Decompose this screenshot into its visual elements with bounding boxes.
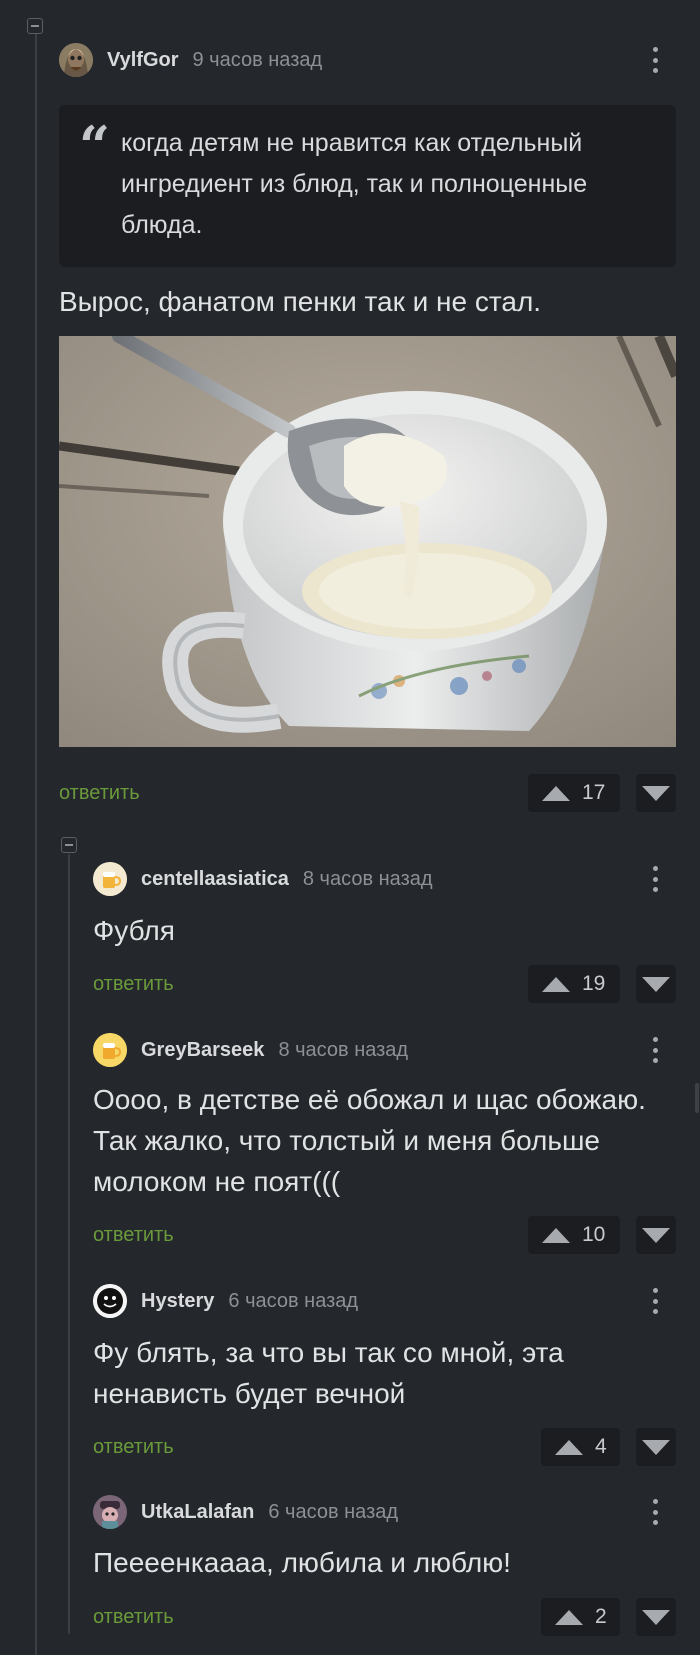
downvote-icon bbox=[642, 1439, 670, 1455]
comment-header: Hystery 6 часов назад bbox=[93, 1284, 358, 1318]
upvote-button[interactable]: 17 bbox=[528, 774, 620, 812]
collapse-replies-button[interactable] bbox=[61, 837, 77, 853]
comment-time: 8 часов назад bbox=[302, 867, 433, 890]
comment-time: 8 часов назад bbox=[278, 1038, 409, 1061]
scrollbar-thumb[interactable] bbox=[695, 1083, 699, 1113]
collapse-thread-button[interactable] bbox=[27, 18, 43, 34]
upvote-icon bbox=[542, 785, 570, 801]
upvote-icon bbox=[542, 976, 570, 992]
upvote-button[interactable]: 4 bbox=[541, 1428, 620, 1466]
vote-count: 2 bbox=[595, 1605, 607, 1628]
comment-author[interactable]: VylfGor bbox=[107, 49, 179, 72]
comment-text: Пеееенкаааа, любила и люблю! bbox=[93, 1547, 511, 1578]
more-options-icon[interactable] bbox=[645, 1497, 665, 1527]
more-options-icon[interactable] bbox=[645, 864, 665, 894]
quote-block: “ когда детям не нравится как отдельный … bbox=[59, 105, 676, 267]
downvote-icon bbox=[642, 1227, 670, 1243]
reply-link[interactable]: ответить bbox=[93, 1436, 174, 1459]
downvote-button[interactable] bbox=[636, 1428, 676, 1466]
upvote-button[interactable]: 2 bbox=[541, 1598, 620, 1636]
user-avatar-icon[interactable] bbox=[59, 43, 93, 77]
comment-text: Оооо, в детстве её обожал и щас обожаю. … bbox=[93, 1084, 646, 1197]
more-options-icon[interactable] bbox=[645, 45, 665, 75]
beer-mug-avatar-icon[interactable] bbox=[93, 862, 127, 896]
vote-count: 19 bbox=[582, 972, 606, 995]
downvote-button[interactable] bbox=[636, 774, 676, 812]
upvote-button[interactable]: 10 bbox=[528, 1216, 620, 1254]
reply-link[interactable]: ответить bbox=[93, 973, 174, 996]
downvote-button[interactable] bbox=[636, 965, 676, 1003]
comment-time: 6 часов назад bbox=[268, 1500, 399, 1523]
comment-header: GreyBarseek 8 часов назад bbox=[93, 1033, 408, 1067]
upvote-button[interactable]: 19 bbox=[528, 965, 620, 1003]
comment-time: 6 часов назад bbox=[228, 1289, 359, 1312]
more-options-icon[interactable] bbox=[645, 1035, 665, 1065]
downvote-icon bbox=[642, 785, 670, 801]
quote-text: когда детям не нравится как отдельный ин… bbox=[121, 129, 588, 239]
upvote-icon bbox=[555, 1439, 583, 1455]
vote-count: 10 bbox=[582, 1223, 606, 1246]
upvote-icon bbox=[555, 1609, 583, 1625]
comment-header: UtkaLalafan 6 часов назад bbox=[93, 1495, 398, 1529]
reply-link[interactable]: ответить bbox=[59, 782, 140, 805]
comment-text: Вырос, фанатом пенки так и не стал. bbox=[59, 286, 542, 317]
comment-text: Фу блять, за что вы так со мной, эта нен… bbox=[93, 1337, 564, 1409]
comment-text: Фубля bbox=[93, 915, 175, 946]
quote-icon: “ bbox=[79, 114, 111, 178]
downvote-icon bbox=[642, 1609, 670, 1625]
upvote-icon bbox=[542, 1227, 570, 1243]
vote-count: 17 bbox=[582, 781, 606, 804]
comment-time: 9 часов назад bbox=[192, 48, 323, 71]
comment-author[interactable]: GreyBarseek bbox=[141, 1039, 264, 1062]
smiley-avatar-icon[interactable] bbox=[93, 1284, 127, 1318]
thread-line-replies bbox=[68, 854, 70, 1634]
reply-link[interactable]: ответить bbox=[93, 1606, 174, 1629]
more-options-icon[interactable] bbox=[645, 1286, 665, 1316]
comment-author[interactable]: centellaasiatica bbox=[141, 868, 289, 891]
comment-header: VylfGor 9 часов назад bbox=[59, 43, 322, 77]
comment-header: centellaasiatica 8 часов назад bbox=[93, 862, 433, 896]
downvote-button[interactable] bbox=[636, 1598, 676, 1636]
beer-mug-avatar-icon[interactable] bbox=[93, 1033, 127, 1067]
thread-line-root bbox=[35, 33, 37, 1655]
downvote-button[interactable] bbox=[636, 1216, 676, 1254]
reply-link[interactable]: ответить bbox=[93, 1224, 174, 1247]
user-avatar-icon[interactable] bbox=[93, 1495, 127, 1529]
comment-image[interactable] bbox=[59, 336, 676, 747]
downvote-icon bbox=[642, 976, 670, 992]
vote-count: 4 bbox=[595, 1435, 607, 1458]
comment-author[interactable]: Hystery bbox=[141, 1290, 214, 1313]
comment-author[interactable]: UtkaLalafan bbox=[141, 1501, 254, 1524]
